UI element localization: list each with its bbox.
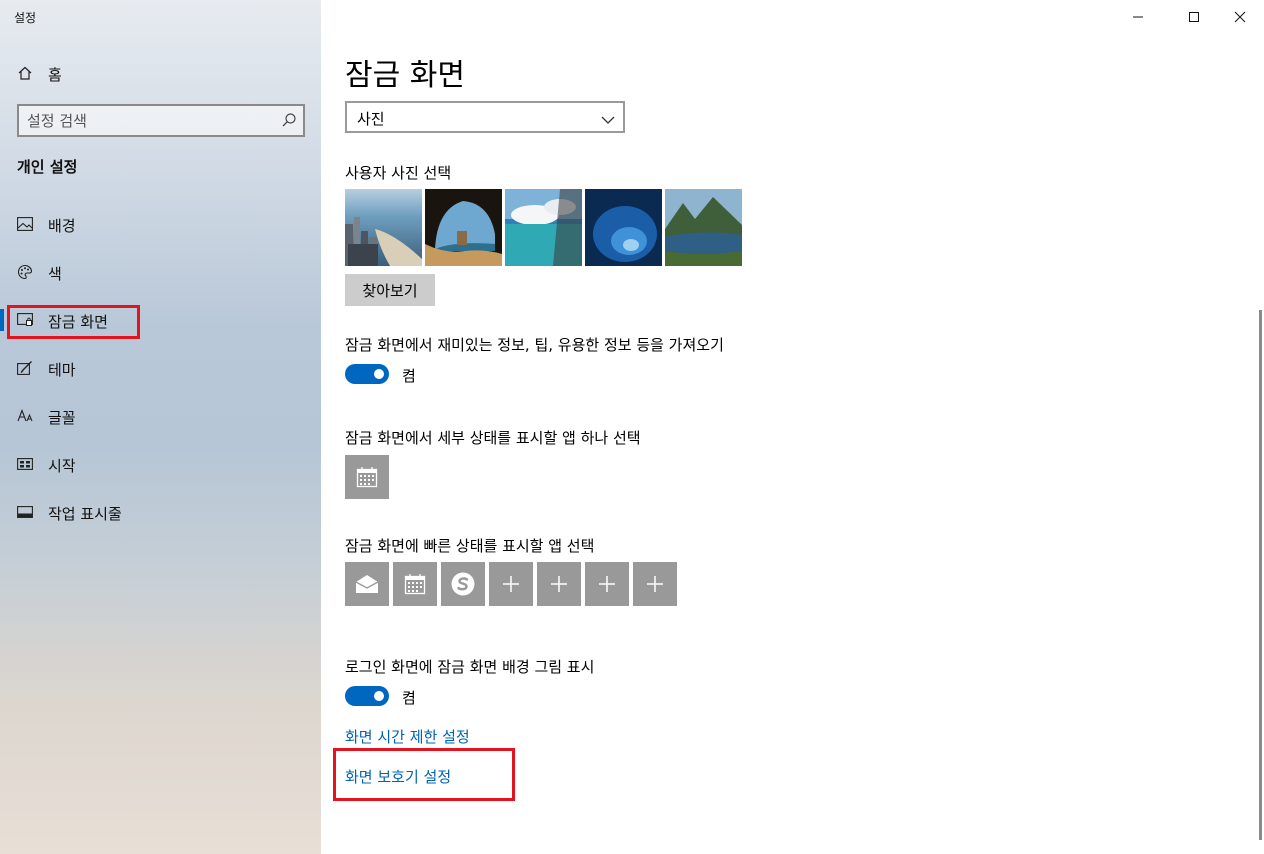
sidebar-item-label: 글꼴: [48, 409, 76, 427]
signin-bg-label: 로그인 화면에 잠금 화면 배경 그림 표시: [345, 658, 595, 676]
plus-icon: [503, 576, 519, 592]
mail-icon: [355, 575, 379, 593]
theme-brush-icon: [16, 359, 34, 377]
close-icon: [1234, 11, 1246, 23]
sidebar-item-fonts[interactable]: 글꼴: [0, 396, 321, 436]
search-input[interactable]: [27, 110, 267, 131]
chevron-down-icon: [601, 111, 615, 124]
fun-facts-label: 잠금 화면에서 재미있는 정보, 팁, 유용한 정보 등을 가져오기: [345, 336, 724, 354]
search-box[interactable]: [17, 104, 305, 137]
photo-thumbnail-cave[interactable]: [425, 189, 502, 266]
selection-indicator: [0, 309, 4, 331]
sidebar-item-label: 배경: [48, 217, 76, 235]
sidebar-item-label: 작업 표시줄: [48, 505, 122, 523]
start-icon: [16, 455, 34, 473]
sidebar-item-background[interactable]: 배경: [0, 204, 321, 244]
section-title: 개인 설정: [17, 158, 78, 176]
image-icon: [16, 215, 34, 233]
calendar-icon: [404, 574, 426, 595]
toggle-knob: [374, 691, 384, 701]
sidebar-item-taskbar[interactable]: 작업 표시줄: [0, 492, 321, 532]
highlight-box-screensaver: [333, 748, 515, 801]
detailed-status-label: 잠금 화면에서 세부 상태를 표시할 앱 하나 선택: [345, 429, 641, 447]
signin-bg-toggle[interactable]: [345, 686, 389, 706]
background-type-select[interactable]: 사진: [345, 101, 625, 133]
main-content: 잠금 화면 사진 사용자 사진 선택 찾아보기 잠금 화면에서 재미있는 정보,…: [321, 0, 1264, 854]
signin-bg-state: 켬: [402, 689, 416, 707]
detailed-status-app-calendar[interactable]: [345, 455, 389, 499]
minimize-button[interactable]: [1115, 4, 1161, 30]
sidebar-item-label: 시작: [48, 457, 76, 475]
sidebar-item-label: 색: [48, 265, 62, 283]
close-button[interactable]: [1217, 4, 1263, 30]
photo-thumbnail-ocean-aerial[interactable]: [505, 189, 582, 266]
choose-photo-label: 사용자 사진 선택: [345, 164, 452, 182]
taskbar-icon: [16, 503, 34, 521]
sidebar-item-start[interactable]: 시작: [0, 444, 321, 484]
maximize-icon: [1189, 12, 1199, 22]
photo-thumbnail-mountain-lake[interactable]: [665, 189, 742, 266]
browse-button[interactable]: 찾아보기: [345, 274, 435, 306]
plus-icon: [551, 576, 567, 592]
plus-icon: [599, 576, 615, 592]
screen-timeout-link[interactable]: 화면 시간 제한 설정: [345, 726, 470, 747]
search-icon[interactable]: [281, 112, 297, 128]
quick-status-add-slot-1[interactable]: [489, 562, 533, 606]
calendar-icon: [356, 467, 378, 488]
palette-icon: [16, 263, 34, 281]
page-title: 잠금 화면: [345, 58, 465, 93]
quick-status-app-skype[interactable]: [441, 562, 485, 606]
quick-status-label: 잠금 화면에 빠른 상태를 표시할 앱 선택: [345, 537, 595, 555]
fun-facts-toggle[interactable]: [345, 364, 389, 384]
scrollbar[interactable]: [1259, 310, 1262, 840]
quick-status-app-calendar[interactable]: [393, 562, 437, 606]
home-icon: [16, 64, 34, 82]
plus-icon: [647, 576, 663, 592]
sidebar-item-label: 테마: [48, 361, 76, 379]
sidebar: 설정 홈 개인 설정 배경 색 잠금 화면: [0, 0, 321, 854]
minimize-icon: [1133, 16, 1143, 18]
quick-status-app-mail[interactable]: [345, 562, 389, 606]
sidebar-item-themes[interactable]: 테마: [0, 348, 321, 388]
nav-home[interactable]: 홈: [0, 53, 321, 93]
fun-facts-state: 켬: [402, 367, 416, 385]
quick-status-add-slot-2[interactable]: [537, 562, 581, 606]
sidebar-item-color[interactable]: 색: [0, 252, 321, 292]
photo-thumbnail-ice-cave[interactable]: [585, 189, 662, 266]
highlight-box-lock-screen: [7, 305, 140, 339]
background-type-value: 사진: [357, 110, 385, 128]
skype-icon: [451, 572, 475, 596]
window-title: 설정: [14, 11, 37, 25]
font-icon: [16, 407, 34, 425]
toggle-knob: [374, 369, 384, 379]
maximize-button[interactable]: [1171, 4, 1217, 30]
quick-status-add-slot-3[interactable]: [585, 562, 629, 606]
photo-thumbnail-city-beach[interactable]: [345, 189, 422, 266]
nav-home-label: 홈: [48, 66, 62, 84]
quick-status-add-slot-4[interactable]: [633, 562, 677, 606]
